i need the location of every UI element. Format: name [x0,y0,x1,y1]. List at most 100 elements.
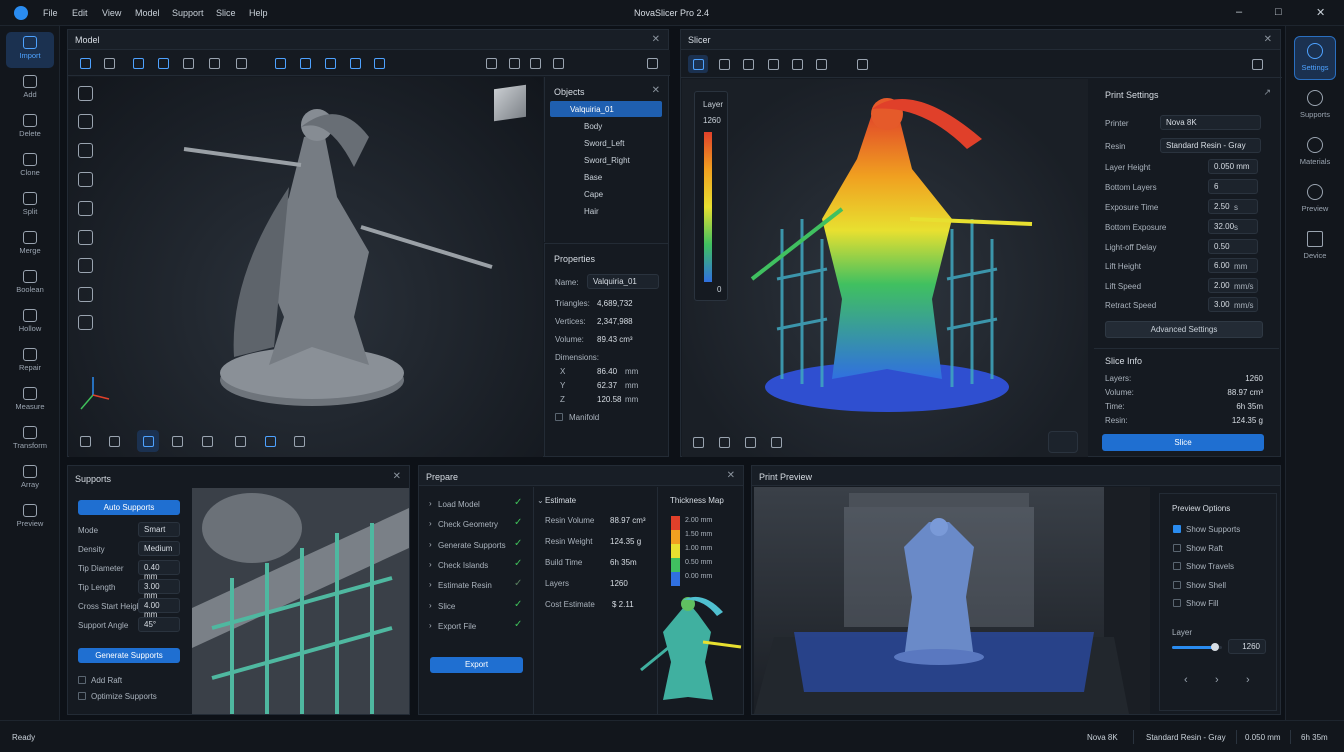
auto-supports-button[interactable]: Auto Supports [78,500,180,515]
wireframe-icon[interactable] [172,436,183,447]
tip-length-field[interactable]: 3.00 mm [138,579,180,600]
add-button[interactable]: Add [6,71,54,107]
device-button[interactable]: Device [1294,225,1336,269]
setting-field[interactable]: 6.00 [1208,258,1258,273]
import-button[interactable]: Import [6,32,54,68]
cross-start-field[interactable]: 4.00 mm [138,598,180,619]
menu-file[interactable]: File [43,8,58,18]
preview-tool-button[interactable]: Preview [6,500,54,536]
array-button[interactable]: Array [6,461,54,497]
layer-view-icon[interactable] [719,59,730,70]
tree-item[interactable]: Sword_Left [584,139,624,148]
settings-button[interactable]: Settings [1294,36,1336,80]
show-supports-checkbox[interactable] [1173,525,1181,533]
prev-layer-icon[interactable]: ‹ [1184,674,1188,686]
setting-field[interactable]: 32.00 [1208,219,1258,234]
view-right-icon[interactable] [350,58,361,69]
transform-button[interactable]: Transform [6,422,54,458]
setting-field[interactable]: Standard Resin - Gray [1160,138,1261,153]
tool-icon[interactable] [771,437,782,448]
maximize-icon[interactable]: □ [1275,6,1282,18]
setting-field[interactable]: 0.050 mm [1208,159,1258,174]
show-raft-checkbox[interactable] [1173,544,1181,552]
scale-icon[interactable] [158,58,169,69]
setting-field[interactable]: Nova 8K [1160,115,1261,130]
layer-slider[interactable] [1172,643,1222,651]
camera-icon[interactable] [530,58,541,69]
view-left-icon[interactable] [325,58,336,69]
tree-item[interactable]: Sword_Right [584,156,630,165]
delete-button[interactable]: Delete [6,110,54,146]
view-front-icon[interactable] [275,58,286,69]
copy-view-icon[interactable] [816,59,827,70]
generate-supports-button[interactable]: Generate Supports [78,648,180,663]
expand-icon[interactable] [647,58,658,69]
grid-icon[interactable] [509,58,520,69]
boolean-button[interactable]: Boolean [6,266,54,302]
menu-slice[interactable]: Slice [216,8,236,18]
collapse-icon[interactable]: ↗ [1263,87,1271,98]
model-viewport[interactable] [69,77,543,457]
layer-slider-handle[interactable] [1210,643,1219,651]
show-fill-checkbox[interactable] [1173,599,1181,607]
add-raft-checkbox[interactable] [78,676,86,684]
move-icon[interactable] [104,58,115,69]
lay-flat-icon[interactable] [236,58,247,69]
xray-icon[interactable] [202,436,213,447]
mirror-icon[interactable] [183,58,194,69]
settings-view-icon[interactable] [294,436,305,447]
select-icon[interactable] [80,58,91,69]
menu-edit[interactable]: Edit [72,8,88,18]
tree-item[interactable]: Cape [584,190,603,199]
advanced-settings-button[interactable]: Advanced Settings [1105,321,1263,338]
light-icon[interactable] [109,436,120,447]
orbit-button[interactable] [1048,431,1078,453]
menu-support[interactable]: Support [172,8,204,18]
tree-item[interactable]: Hair [584,207,599,216]
close-objects-icon[interactable]: ✕ [652,85,660,96]
density-select[interactable]: Medium [138,541,180,556]
materials-button[interactable]: Materials [1294,131,1336,175]
supports-button[interactable]: Supports [1294,84,1336,128]
setting-field[interactable]: 2.50 [1208,199,1258,214]
split-button[interactable]: Split [6,188,54,224]
view-back-icon[interactable] [300,58,311,69]
setting-field[interactable]: 0.50 [1208,239,1258,254]
section-icon[interactable] [235,436,246,447]
support-angle-field[interactable]: 45° [138,617,180,632]
rotate-icon[interactable] [133,58,144,69]
manifold-checkbox[interactable] [555,413,563,421]
grid-view-icon[interactable] [768,59,779,70]
menu-view[interactable]: View [102,8,121,18]
tip-diameter-field[interactable]: 0.40 mm [138,560,180,581]
setting-field[interactable]: 6 [1208,179,1258,194]
name-field[interactable]: Valquiria_01 [587,274,659,289]
tree-item[interactable]: Body [584,122,602,131]
hollow-button[interactable]: Hollow [6,305,54,341]
crop-icon[interactable] [553,58,564,69]
fullscreen-icon[interactable] [1252,59,1263,70]
tool-icon[interactable] [745,437,756,448]
close-icon[interactable]: ✕ [652,34,660,45]
clone-button[interactable]: Clone [6,149,54,185]
show-shell-checkbox[interactable] [1173,581,1181,589]
mode-select[interactable]: Smart [138,522,180,537]
close-icon[interactable]: ✕ [393,471,401,482]
tree-item[interactable]: Base [584,173,602,182]
link-icon[interactable] [209,58,220,69]
next-layer-icon[interactable]: › [1246,674,1250,686]
fit-view-icon[interactable] [80,436,91,447]
tool-icon[interactable] [693,437,704,448]
export-button[interactable]: Export [430,657,523,673]
slice-button[interactable]: Slice [1102,434,1264,451]
preview-side-button[interactable]: Preview [1294,178,1336,222]
close-icon[interactable]: ✕ [1264,34,1272,45]
view-top-icon[interactable] [374,58,385,69]
optimize-supports-checkbox[interactable] [78,692,86,700]
island-view-icon[interactable] [743,59,754,70]
snap-icon[interactable] [486,58,497,69]
repair-button[interactable]: Repair [6,344,54,380]
close-icon[interactable]: ✕ [727,470,735,481]
close-window-icon[interactable]: ✕ [1316,6,1325,19]
overhang-icon[interactable] [265,436,276,447]
